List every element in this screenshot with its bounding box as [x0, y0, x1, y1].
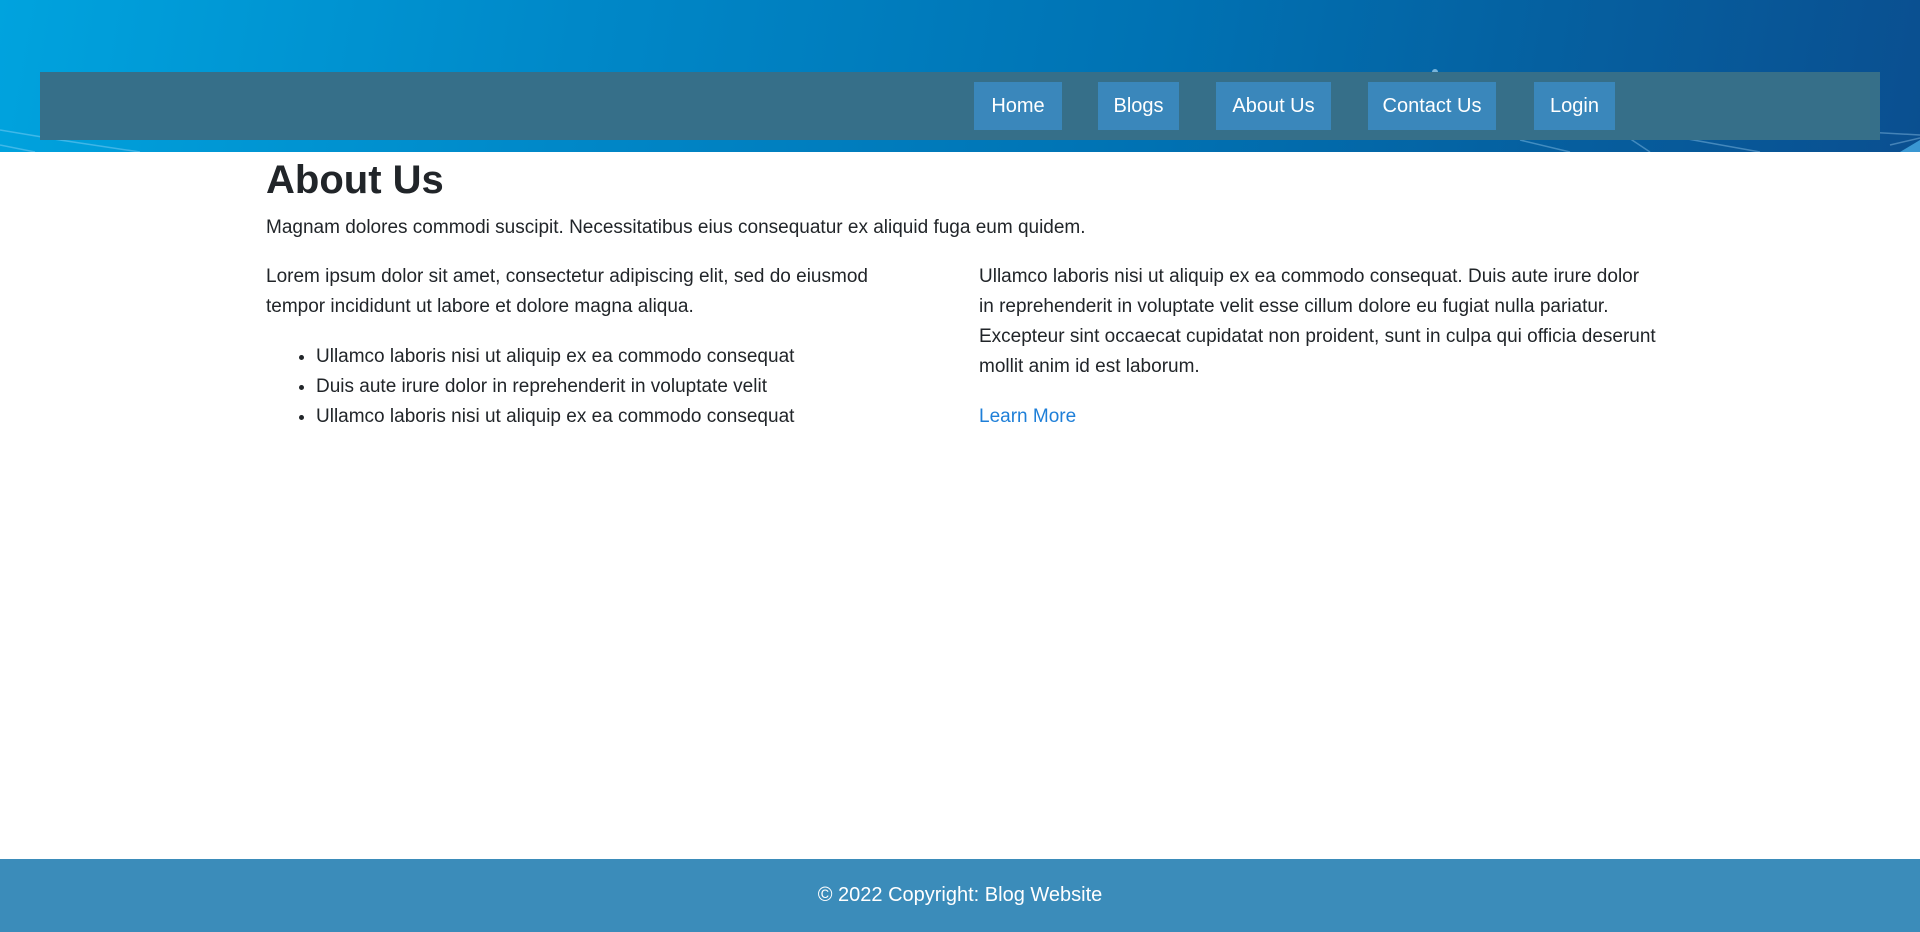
navbar: Home Blogs About Us Contact Us Login	[40, 72, 1880, 140]
left-column: Lorem ipsum dolor sit amet, consectetur …	[266, 262, 926, 432]
copyright-text: © 2022 Copyright: Blog Website	[817, 884, 1103, 906]
nav-login-button[interactable]: Login	[1534, 82, 1615, 130]
nav-home-button[interactable]: Home	[974, 82, 1062, 130]
list-item: Ullamco laboris nisi ut aliquip ex ea co…	[316, 402, 926, 432]
hero-banner: Home Blogs About Us Contact Us Login	[0, 0, 1920, 152]
right-paragraph: Ullamco laboris nisi ut aliquip ex ea co…	[979, 266, 1656, 377]
left-paragraph: Lorem ipsum dolor sit amet, consectetur …	[266, 266, 868, 317]
learn-more-link[interactable]: Learn More	[979, 402, 1076, 432]
lead-text: Magnam dolores commodi suscipit. Necessi…	[266, 217, 1086, 238]
footer: © 2022 Copyright: Blog Website	[0, 859, 1920, 932]
list-item: Ullamco laboris nisi ut aliquip ex ea co…	[316, 342, 926, 372]
nav-blogs-button[interactable]: Blogs	[1098, 82, 1179, 130]
feature-list: Ullamco laboris nisi ut aliquip ex ea co…	[266, 342, 926, 432]
page-title: About Us	[266, 158, 444, 202]
list-item: Duis aute irure dolor in reprehenderit i…	[316, 372, 926, 402]
nav-contact-us-button[interactable]: Contact Us	[1368, 82, 1496, 130]
right-column: Ullamco laboris nisi ut aliquip ex ea co…	[979, 262, 1659, 432]
nav-about-us-button[interactable]: About Us	[1216, 82, 1331, 130]
